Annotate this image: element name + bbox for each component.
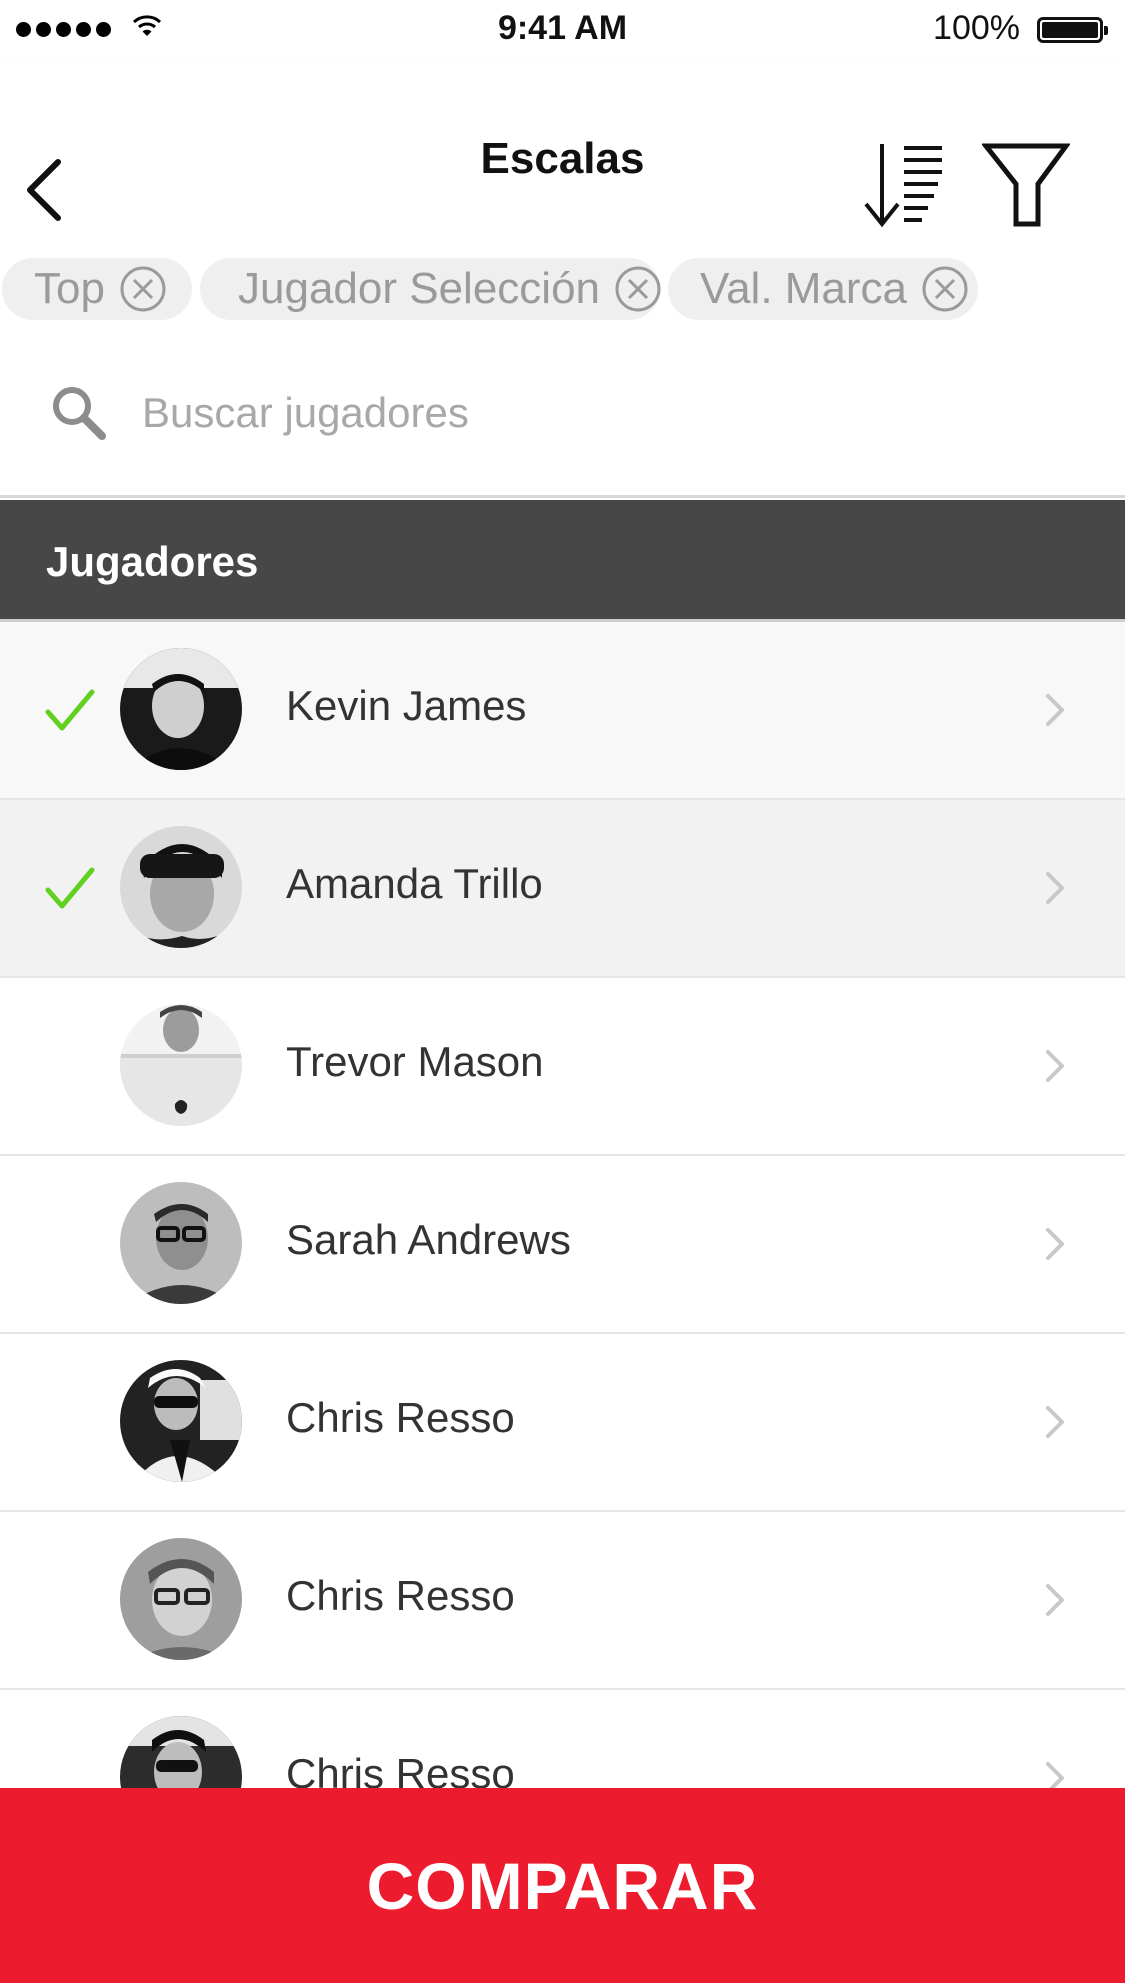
avatar: [120, 826, 242, 948]
avatar: [120, 1360, 242, 1482]
funnel-icon: [980, 143, 1071, 227]
circle-x-icon[interactable]: [614, 265, 662, 313]
list-item[interactable]: Chris Resso: [0, 1334, 1125, 1512]
list-item[interactable]: Amanda Trillo: [0, 800, 1125, 978]
avatar: [120, 1538, 242, 1660]
compare-button-label: COMPARAR: [366, 1848, 759, 1923]
search-input[interactable]: [140, 380, 1044, 446]
circle-x-icon[interactable]: [921, 265, 969, 313]
search-bar: [0, 324, 1125, 498]
battery-percentage: 100%: [933, 9, 1020, 47]
magnifier-icon: [53, 387, 106, 440]
player-list: Kevin James Amanda Trillo Trevor Mason S…: [0, 622, 1125, 1868]
filter-button[interactable]: [980, 140, 1071, 230]
chevron-right-icon: [1046, 1406, 1064, 1438]
chevron-right-icon: [1046, 872, 1064, 904]
player-name: Chris Resso: [286, 1572, 515, 1619]
list-item[interactable]: Sarah Andrews: [0, 1156, 1125, 1334]
sort-button[interactable]: [858, 140, 946, 230]
list-item[interactable]: Kevin James: [0, 622, 1125, 800]
avatar: [120, 648, 242, 770]
circle-x-icon[interactable]: [119, 265, 167, 313]
battery-icon: [1037, 17, 1108, 43]
filter-chip-label: Val. Marca: [700, 264, 908, 313]
player-name: Amanda Trillo: [286, 860, 543, 907]
sort-descending-icon: [864, 144, 942, 228]
player-name: Chris Resso: [286, 1394, 515, 1441]
chevron-right-icon: [1046, 1050, 1064, 1082]
list-item[interactable]: Chris Resso: [0, 1512, 1125, 1690]
list-item[interactable]: Trevor Mason: [0, 978, 1125, 1156]
chevron-right-icon: [1046, 694, 1064, 726]
player-name: Kevin James: [286, 682, 527, 729]
compare-button[interactable]: COMPARAR: [0, 1788, 1125, 1983]
chevron-right-icon: [1046, 1228, 1064, 1260]
filter-chip-label: Jugador Selección: [238, 264, 601, 313]
checkmark-icon: [45, 689, 95, 731]
chevron-right-icon: [1046, 1584, 1064, 1616]
filter-chip[interactable]: Top: [2, 258, 192, 320]
status-bar: 9:41 AM 100%: [0, 0, 1125, 58]
active-filters-bar: Top Jugador Selección Val. Marca: [0, 252, 1125, 324]
checkmark-icon: [45, 867, 95, 909]
filter-chip-label: Top: [34, 264, 105, 313]
page-title: Escalas: [480, 134, 645, 183]
navigation-bar: Escalas: [0, 58, 1125, 252]
filter-chip[interactable]: Jugador Selección: [200, 258, 662, 320]
avatar: [120, 1004, 242, 1126]
player-name: Sarah Andrews: [286, 1216, 571, 1263]
avatar: [120, 1182, 242, 1304]
filter-chip[interactable]: Val. Marca: [668, 258, 978, 320]
section-title: Jugadores: [46, 538, 259, 585]
section-header: Jugadores: [0, 500, 1125, 622]
player-name: Trevor Mason: [286, 1038, 544, 1085]
